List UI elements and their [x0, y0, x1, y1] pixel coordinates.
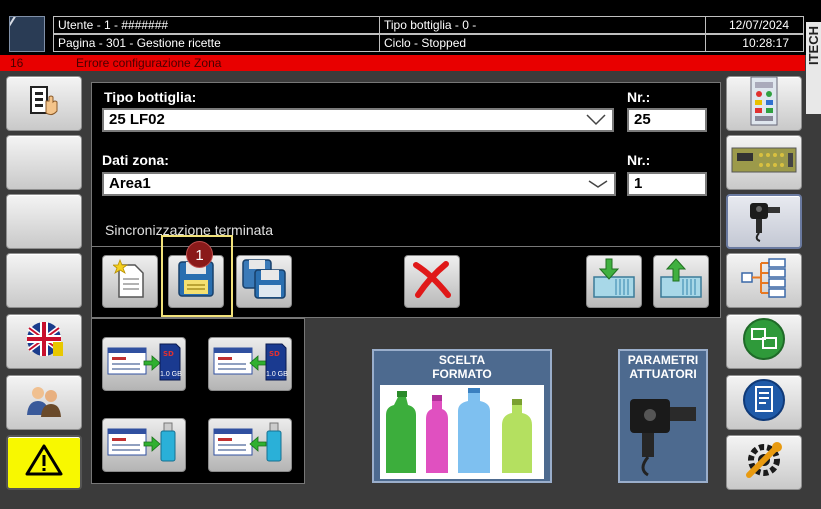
actuator-button[interactable] — [726, 194, 802, 249]
io-board-button[interactable] — [726, 135, 802, 190]
chevron-down-icon — [586, 114, 606, 126]
zone-label: Dati zona: — [102, 152, 169, 168]
bottle-type-label: Tipo bottiglia: — [104, 89, 197, 105]
recipe-hand-icon — [26, 83, 62, 124]
bottles-image — [380, 385, 544, 482]
logo — [9, 16, 45, 52]
import-sd-card-icon: SD — [212, 340, 288, 389]
export-usb-icon — [106, 421, 182, 470]
error-bar: 16 Errore configurazione Zona — [0, 55, 805, 71]
actuator-params-button[interactable]: PARAMETRI ATTUATORI — [618, 349, 708, 483]
zone-nr-field[interactable]: 1 — [627, 172, 707, 196]
import-from-usb-button[interactable] — [208, 418, 292, 472]
settings-button[interactable] — [726, 435, 802, 490]
empty-button-3[interactable] — [6, 253, 82, 308]
uk-flag-icon — [24, 320, 64, 363]
alarms-button[interactable] — [6, 435, 82, 490]
bottle-type-field: Tipo bottiglia - 0 - — [379, 16, 706, 34]
control-panel-button[interactable] — [726, 76, 802, 131]
zone-select[interactable]: Area1 — [102, 172, 616, 196]
sd-card-size: 1.0 GB — [160, 371, 182, 378]
error-code: 16 — [10, 56, 24, 70]
svg-text:SD: SD — [269, 350, 280, 358]
structure-button[interactable] — [726, 253, 802, 308]
warning-icon — [25, 443, 63, 482]
brand-logo: ITECH — [806, 26, 821, 65]
bottle-nr-field[interactable]: 25 — [627, 108, 707, 132]
empty-button-1[interactable] — [6, 135, 82, 190]
time-field: 10:28:17 — [705, 34, 804, 52]
download-arrow-icon — [592, 257, 636, 306]
brand-strip: ITECH — [806, 22, 821, 114]
export-to-sd-button[interactable]: SD 1.0 GB — [102, 337, 186, 391]
recipe-menu-button[interactable] — [6, 76, 82, 131]
upload-button[interactable] — [653, 255, 709, 308]
upload-arrow-icon — [659, 257, 703, 306]
date-field: 12/07/2024 — [705, 16, 804, 34]
document-button[interactable] — [726, 375, 802, 430]
export-to-usb-button[interactable] — [102, 418, 186, 472]
tree-structure-icon — [741, 258, 787, 303]
bottle-type-select[interactable]: 25 LF02 — [102, 108, 614, 132]
delete-button[interactable] — [404, 255, 460, 308]
zone-value: Area1 — [109, 175, 151, 192]
bottle-type-value: 25 LF02 — [109, 111, 165, 128]
download-button[interactable] — [586, 255, 642, 308]
actuator-icon — [744, 195, 784, 248]
import-from-sd-button[interactable]: SD 1.0 GB — [208, 337, 292, 391]
new-recipe-button[interactable] — [102, 255, 158, 308]
zone-nr-label: Nr.: — [627, 152, 651, 168]
actuator-params-label: PARAMETRI ATTUATORI — [627, 353, 699, 381]
bottle-nr-label: Nr.: — [627, 89, 651, 105]
users-button[interactable] — [6, 375, 82, 430]
cycle-field: Ciclo - Stopped — [379, 34, 706, 52]
network-icon — [742, 317, 786, 366]
network-button[interactable] — [726, 314, 802, 369]
format-select-label: SCELTA FORMATO — [432, 353, 492, 381]
chevron-down-icon — [588, 180, 608, 188]
empty-button-2[interactable] — [6, 194, 82, 249]
document-icon — [742, 378, 786, 427]
svg-text:SD: SD — [163, 350, 174, 358]
export-sd-card-icon: SD — [106, 340, 182, 389]
delete-x-icon — [412, 259, 452, 304]
users-icon — [24, 383, 64, 422]
save-as-button[interactable] — [236, 255, 292, 308]
step-badge: 1 — [186, 241, 213, 268]
settings-wrench-icon — [743, 439, 785, 486]
format-select-button[interactable]: SCELTA FORMATO — [372, 349, 552, 483]
control-panel-icon — [749, 76, 779, 131]
save-as-icon — [241, 258, 287, 305]
language-button[interactable] — [6, 314, 82, 369]
new-document-icon — [111, 258, 147, 304]
sd-card-size: 1.0 GB — [266, 371, 288, 378]
user-field: Utente - 1 - ####### — [53, 16, 380, 34]
pcb-board-icon — [731, 145, 797, 180]
error-message: Errore configurazione Zona — [76, 56, 222, 70]
import-usb-icon — [212, 421, 288, 470]
page-field: Pagina - 301 - Gestione ricette — [53, 34, 380, 52]
actuator-image — [624, 385, 702, 482]
